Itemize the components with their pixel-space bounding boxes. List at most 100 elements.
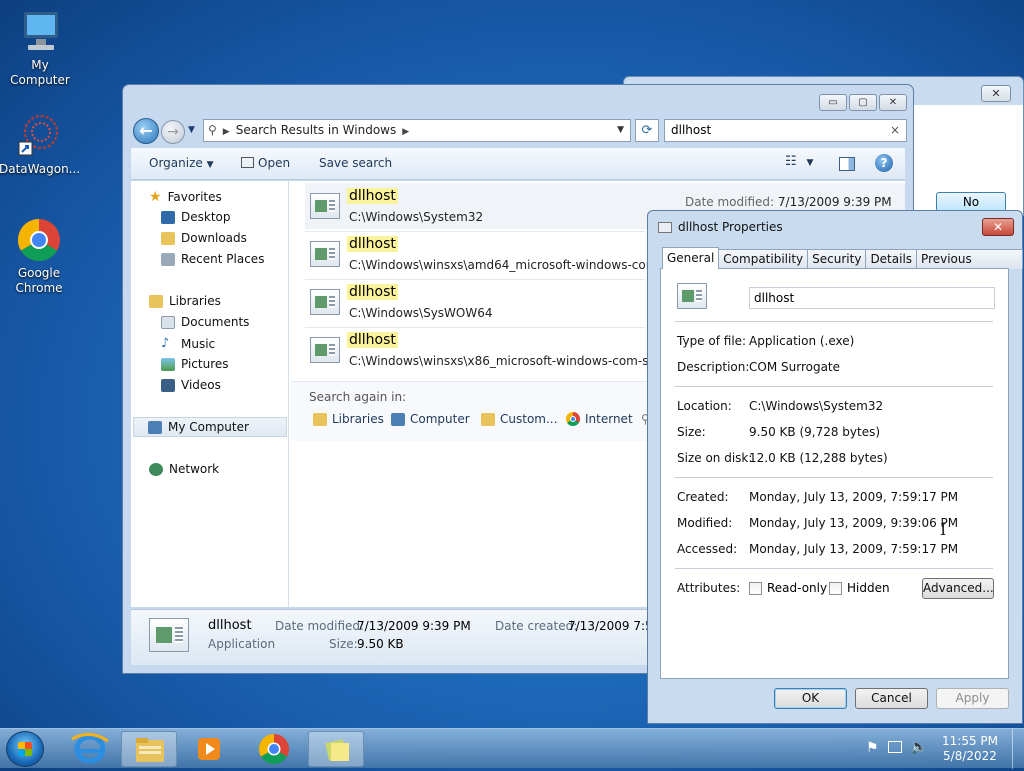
result-path: C:\Windows\winsxs\amd64_microsoft-window… (349, 258, 676, 272)
advanced-button[interactable]: Advanced... (922, 578, 994, 599)
nav-label: Music (181, 336, 216, 351)
checkbox-box (749, 581, 762, 595)
taskbar-windows-explorer[interactable] (121, 731, 177, 767)
close-icon[interactable]: ✕ (981, 85, 1011, 102)
ok-button[interactable]: OK (774, 688, 847, 709)
link-label: Custom... (500, 412, 558, 426)
show-desktop-button[interactable] (1012, 729, 1024, 769)
taskbar-media-player[interactable] (182, 731, 238, 767)
tab-security[interactable]: Security (807, 249, 867, 269)
general-tab-panel: dllhost Type of file: Application (.exe)… (660, 268, 1009, 679)
result-date: Date modified: 7/13/2009 9:39 PM (685, 195, 892, 209)
address-segment[interactable]: Search Results in Windows (236, 123, 397, 137)
nav-music[interactable]: ♪ Music (161, 336, 215, 351)
refresh-icon[interactable]: ⟳ (635, 119, 659, 142)
desktop-icon-label: DataWagon... (0, 162, 81, 176)
back-arrow-icon[interactable]: ← (133, 118, 159, 144)
desktop-icon-google-chrome[interactable]: Google Chrome (0, 216, 79, 296)
nav-label: Favorites (167, 190, 222, 204)
search-input[interactable]: dllhost × (664, 119, 907, 142)
cancel-button[interactable]: Cancel (855, 688, 928, 709)
nav-documents[interactable]: Documents (161, 315, 249, 329)
description-value: COM Surrogate (749, 360, 841, 374)
minimize-button[interactable]: ▭ (819, 94, 847, 111)
search-icon: ⚲ (208, 123, 217, 137)
save-search-button[interactable]: Save search (319, 156, 392, 170)
search-again-internet[interactable]: Internet (566, 412, 633, 426)
nav-label: Documents (181, 315, 250, 329)
close-button[interactable]: ✕ (879, 94, 907, 111)
size-label: Size: (677, 425, 706, 439)
desktop-folder-icon (161, 210, 175, 224)
application-icon (149, 618, 189, 652)
datawagon-icon (15, 112, 63, 160)
help-icon[interactable]: ? (875, 154, 893, 172)
file-name-field[interactable]: dllhost (749, 287, 995, 309)
separator (675, 568, 993, 569)
properties-tabs: General Compatibility Security Details P… (662, 247, 1023, 284)
maximize-button[interactable]: ▢ (849, 94, 877, 111)
address-bar[interactable]: ⚲ ▶ Search Results in Windows ▶ ▼ (203, 119, 631, 142)
type-label: Type of file: (677, 334, 747, 348)
open-button[interactable]: Open (241, 156, 290, 170)
search-again-computer[interactable]: Computer (391, 412, 470, 426)
details-size-label: Size: (329, 637, 358, 651)
dialog-title: dllhost Properties (678, 220, 783, 234)
action-center-flag-icon[interactable]: ⚑ (866, 740, 879, 756)
close-button[interactable]: ✕ (982, 218, 1014, 236)
nav-videos[interactable]: Videos (161, 378, 221, 392)
nav-pictures[interactable]: Pictures (161, 357, 229, 371)
desktop-icon-datawagon[interactable]: DataWagon... (0, 112, 81, 177)
nav-favorites[interactable]: ★ Favorites (149, 189, 222, 205)
forward-arrow-icon[interactable]: → (161, 120, 185, 144)
nav-recent-places[interactable]: Recent Places (161, 252, 264, 266)
star-icon: ★ (149, 189, 162, 205)
nav-libraries[interactable]: Libraries (149, 294, 221, 308)
address-dropdown-icon[interactable]: ▼ (617, 120, 624, 141)
apply-button[interactable]: Apply (936, 688, 1009, 709)
link-label: Libraries (332, 412, 384, 426)
application-icon (658, 222, 672, 233)
tab-previous-versions[interactable]: Previous Versions (916, 249, 1023, 284)
location-label: Location: (677, 399, 732, 413)
search-again-custom[interactable]: Custom... (481, 412, 557, 426)
text-cursor-icon: I (940, 520, 947, 539)
read-only-checkbox[interactable]: Read-only (749, 581, 827, 595)
nav-downloads[interactable]: Downloads (161, 231, 247, 245)
downloads-folder-icon (161, 231, 175, 245)
recent-pages-dropdown-icon[interactable]: ▼ (188, 125, 195, 135)
computer-icon (391, 412, 405, 426)
clear-search-icon[interactable]: × (890, 120, 900, 141)
folder-icon (481, 412, 495, 426)
tab-details[interactable]: Details (865, 249, 918, 269)
clock[interactable]: 11:55 PM 5/8/2022 (942, 734, 998, 764)
hidden-checkbox[interactable]: Hidden (829, 581, 890, 595)
properties-dialog: dllhost Properties ✕ General Compatibili… (647, 210, 1023, 724)
network-icon[interactable] (888, 741, 902, 753)
change-view-icon[interactable]: ☷ ▼ (785, 154, 813, 169)
nav-label: Pictures (181, 357, 229, 371)
documents-icon (161, 315, 175, 329)
search-again-libraries[interactable]: Libraries (313, 412, 384, 426)
taskbar-internet-explorer[interactable] (62, 731, 118, 767)
nav-network[interactable]: Network (149, 462, 219, 476)
no-button[interactable]: No (936, 192, 1006, 212)
desktop-icon-my-computer[interactable]: My Computer (0, 8, 80, 88)
organize-menu[interactable]: Organize ▼ (149, 156, 214, 170)
result-name: dllhost (347, 332, 398, 348)
tab-general[interactable]: General (662, 247, 720, 269)
volume-icon[interactable]: 🔈 (910, 739, 927, 755)
videos-icon (161, 378, 175, 392)
preview-pane-icon[interactable] (839, 157, 855, 171)
size-on-disk-label: Size on disk: (677, 451, 753, 465)
open-label: Open (258, 156, 291, 170)
nav-label: Network (169, 462, 220, 476)
nav-my-computer[interactable]: My Computer (133, 417, 287, 437)
chevron-right-icon[interactable]: ▶ (402, 127, 409, 137)
folder-icon (136, 738, 164, 762)
taskbar-google-chrome[interactable] (246, 731, 302, 767)
nav-desktop[interactable]: Desktop (161, 210, 231, 224)
start-button[interactable] (6, 731, 44, 767)
taskbar-sticky-notes[interactable] (308, 731, 364, 767)
tab-compatibility[interactable]: Compatibility (718, 249, 809, 269)
